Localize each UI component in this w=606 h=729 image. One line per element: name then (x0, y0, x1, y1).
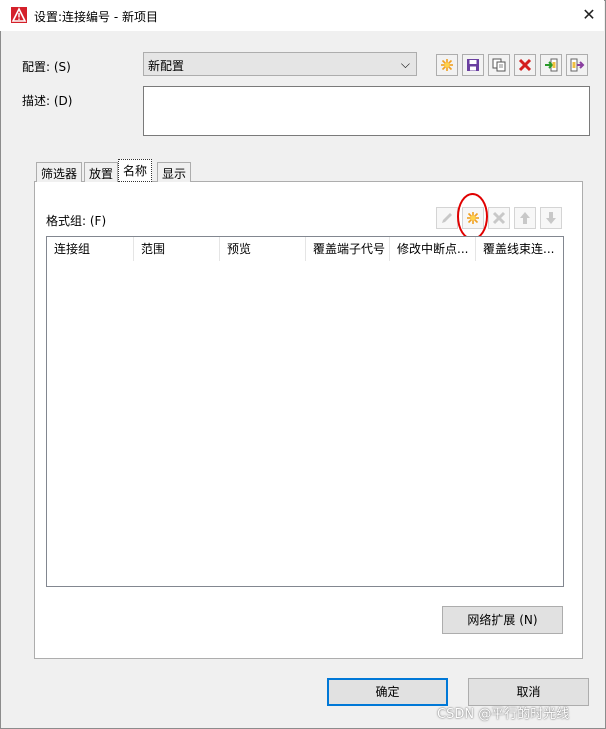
edit-icon (442, 213, 452, 223)
edit-format-button[interactable] (436, 207, 458, 229)
config-dropdown[interactable]: 新配置 ⌵ (143, 52, 417, 76)
description-field[interactable] (143, 86, 590, 136)
save-config-button[interactable] (462, 54, 484, 76)
copy-icon (492, 58, 506, 72)
import-icon (545, 58, 558, 72)
export-config-button[interactable] (566, 54, 588, 76)
column-header-range[interactable]: 范围 (134, 237, 220, 261)
move-up-icon (520, 212, 530, 224)
delete-icon (518, 58, 532, 72)
column-header-connection-group[interactable]: 连接组 (47, 237, 134, 261)
title-bar: 设置:连接编号 - 新项目 ✕ (0, 0, 604, 31)
delete-format-button[interactable] (488, 207, 510, 229)
tab-display[interactable]: 显示 (157, 162, 192, 182)
delete-icon (492, 211, 506, 225)
move-up-button[interactable] (514, 207, 536, 229)
new-config-button[interactable] (436, 54, 458, 76)
config-label: 配置: (S) (22, 60, 71, 74)
save-icon (467, 59, 479, 71)
highlight-circle (457, 193, 488, 240)
watermark: CSDN @平行的时光线 (437, 707, 570, 722)
close-icon[interactable]: ✕ (578, 4, 600, 26)
ok-button[interactable]: 确定 (327, 678, 448, 706)
export-icon (570, 58, 585, 72)
delete-config-button[interactable] (514, 54, 536, 76)
move-down-icon (546, 212, 556, 224)
copy-config-button[interactable] (488, 54, 510, 76)
import-config-button[interactable] (540, 54, 562, 76)
network-expand-button[interactable]: 网络扩展 (N) (442, 606, 563, 634)
window-title: 设置:连接编号 - 新项目 (34, 10, 159, 24)
format-group-label: 格式组: (F) (46, 214, 107, 228)
tab-filter[interactable]: 筛选器 (36, 162, 83, 182)
column-header-override-terminal[interactable]: 覆盖端子代号 (306, 237, 390, 261)
description-label: 描述: (D) (22, 94, 73, 108)
config-value: 新配置 (148, 59, 185, 73)
tab-name[interactable]: 名称 (118, 159, 153, 182)
column-header-override-harness[interactable]: 覆盖线束连... (476, 237, 563, 261)
tab-placement[interactable]: 放置 (84, 162, 119, 182)
app-logo-icon (11, 7, 27, 23)
chevron-down-icon: ⌵ (400, 57, 410, 71)
cancel-button[interactable]: 取消 (468, 678, 589, 706)
column-header-modify-breakpoint[interactable]: 修改中断点... (390, 237, 476, 261)
column-header-preview[interactable]: 预览 (220, 237, 306, 261)
new-icon (441, 59, 453, 71)
move-down-button[interactable] (540, 207, 562, 229)
format-group-table[interactable]: 连接组 范围 预览 覆盖端子代号 修改中断点... 覆盖线束连... (46, 236, 564, 587)
